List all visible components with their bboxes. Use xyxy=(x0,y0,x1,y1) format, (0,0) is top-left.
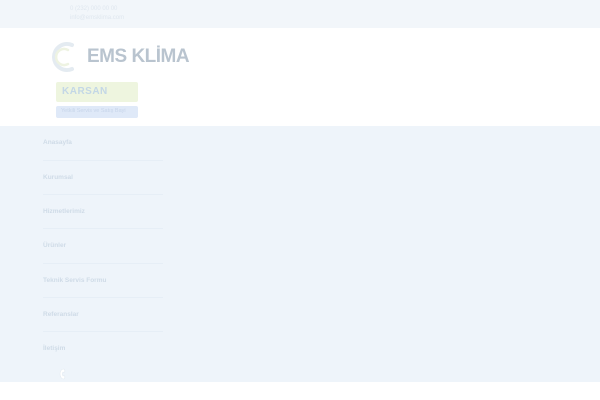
brand-name[interactable]: EMS KLİMA xyxy=(87,46,190,68)
nav-divider xyxy=(43,331,163,332)
contact-phone[interactable]: 0 (232) 000 00 00 xyxy=(70,6,117,12)
dealer-badge-text: Yetkili Servis ve Satış Bayi xyxy=(61,108,126,114)
nav-divider xyxy=(43,263,163,264)
badge-text: KARSAN xyxy=(62,86,108,97)
nav-item-service-form[interactable]: Teknik Servis Formu xyxy=(43,277,106,284)
nav-item-products[interactable]: Ürünler xyxy=(43,242,66,249)
nav-item-references[interactable]: Referanslar xyxy=(43,311,79,318)
nav-divider xyxy=(43,160,163,161)
nav-divider xyxy=(43,228,163,229)
swirl-logo-icon[interactable] xyxy=(48,40,78,74)
dealer-badge: Yetkili Servis ve Satış Bayi xyxy=(56,106,138,118)
nav-item-services[interactable]: Hizmetlerimiz xyxy=(43,208,85,215)
top-contact-bar: 0 (232) 000 00 00 info@emsklima.com xyxy=(0,0,600,28)
main-navigation xyxy=(0,126,600,382)
nav-divider xyxy=(43,194,163,195)
nav-item-corporate[interactable]: Kurumsal xyxy=(43,174,73,181)
phone-icon[interactable] xyxy=(58,368,68,380)
nav-item-home[interactable]: Anasayfa xyxy=(43,139,72,146)
nav-divider xyxy=(43,297,163,298)
nav-item-contact[interactable]: İletişim xyxy=(43,345,65,352)
contact-email[interactable]: info@emsklima.com xyxy=(70,15,124,21)
karsan-badge[interactable]: KARSAN xyxy=(56,82,138,102)
